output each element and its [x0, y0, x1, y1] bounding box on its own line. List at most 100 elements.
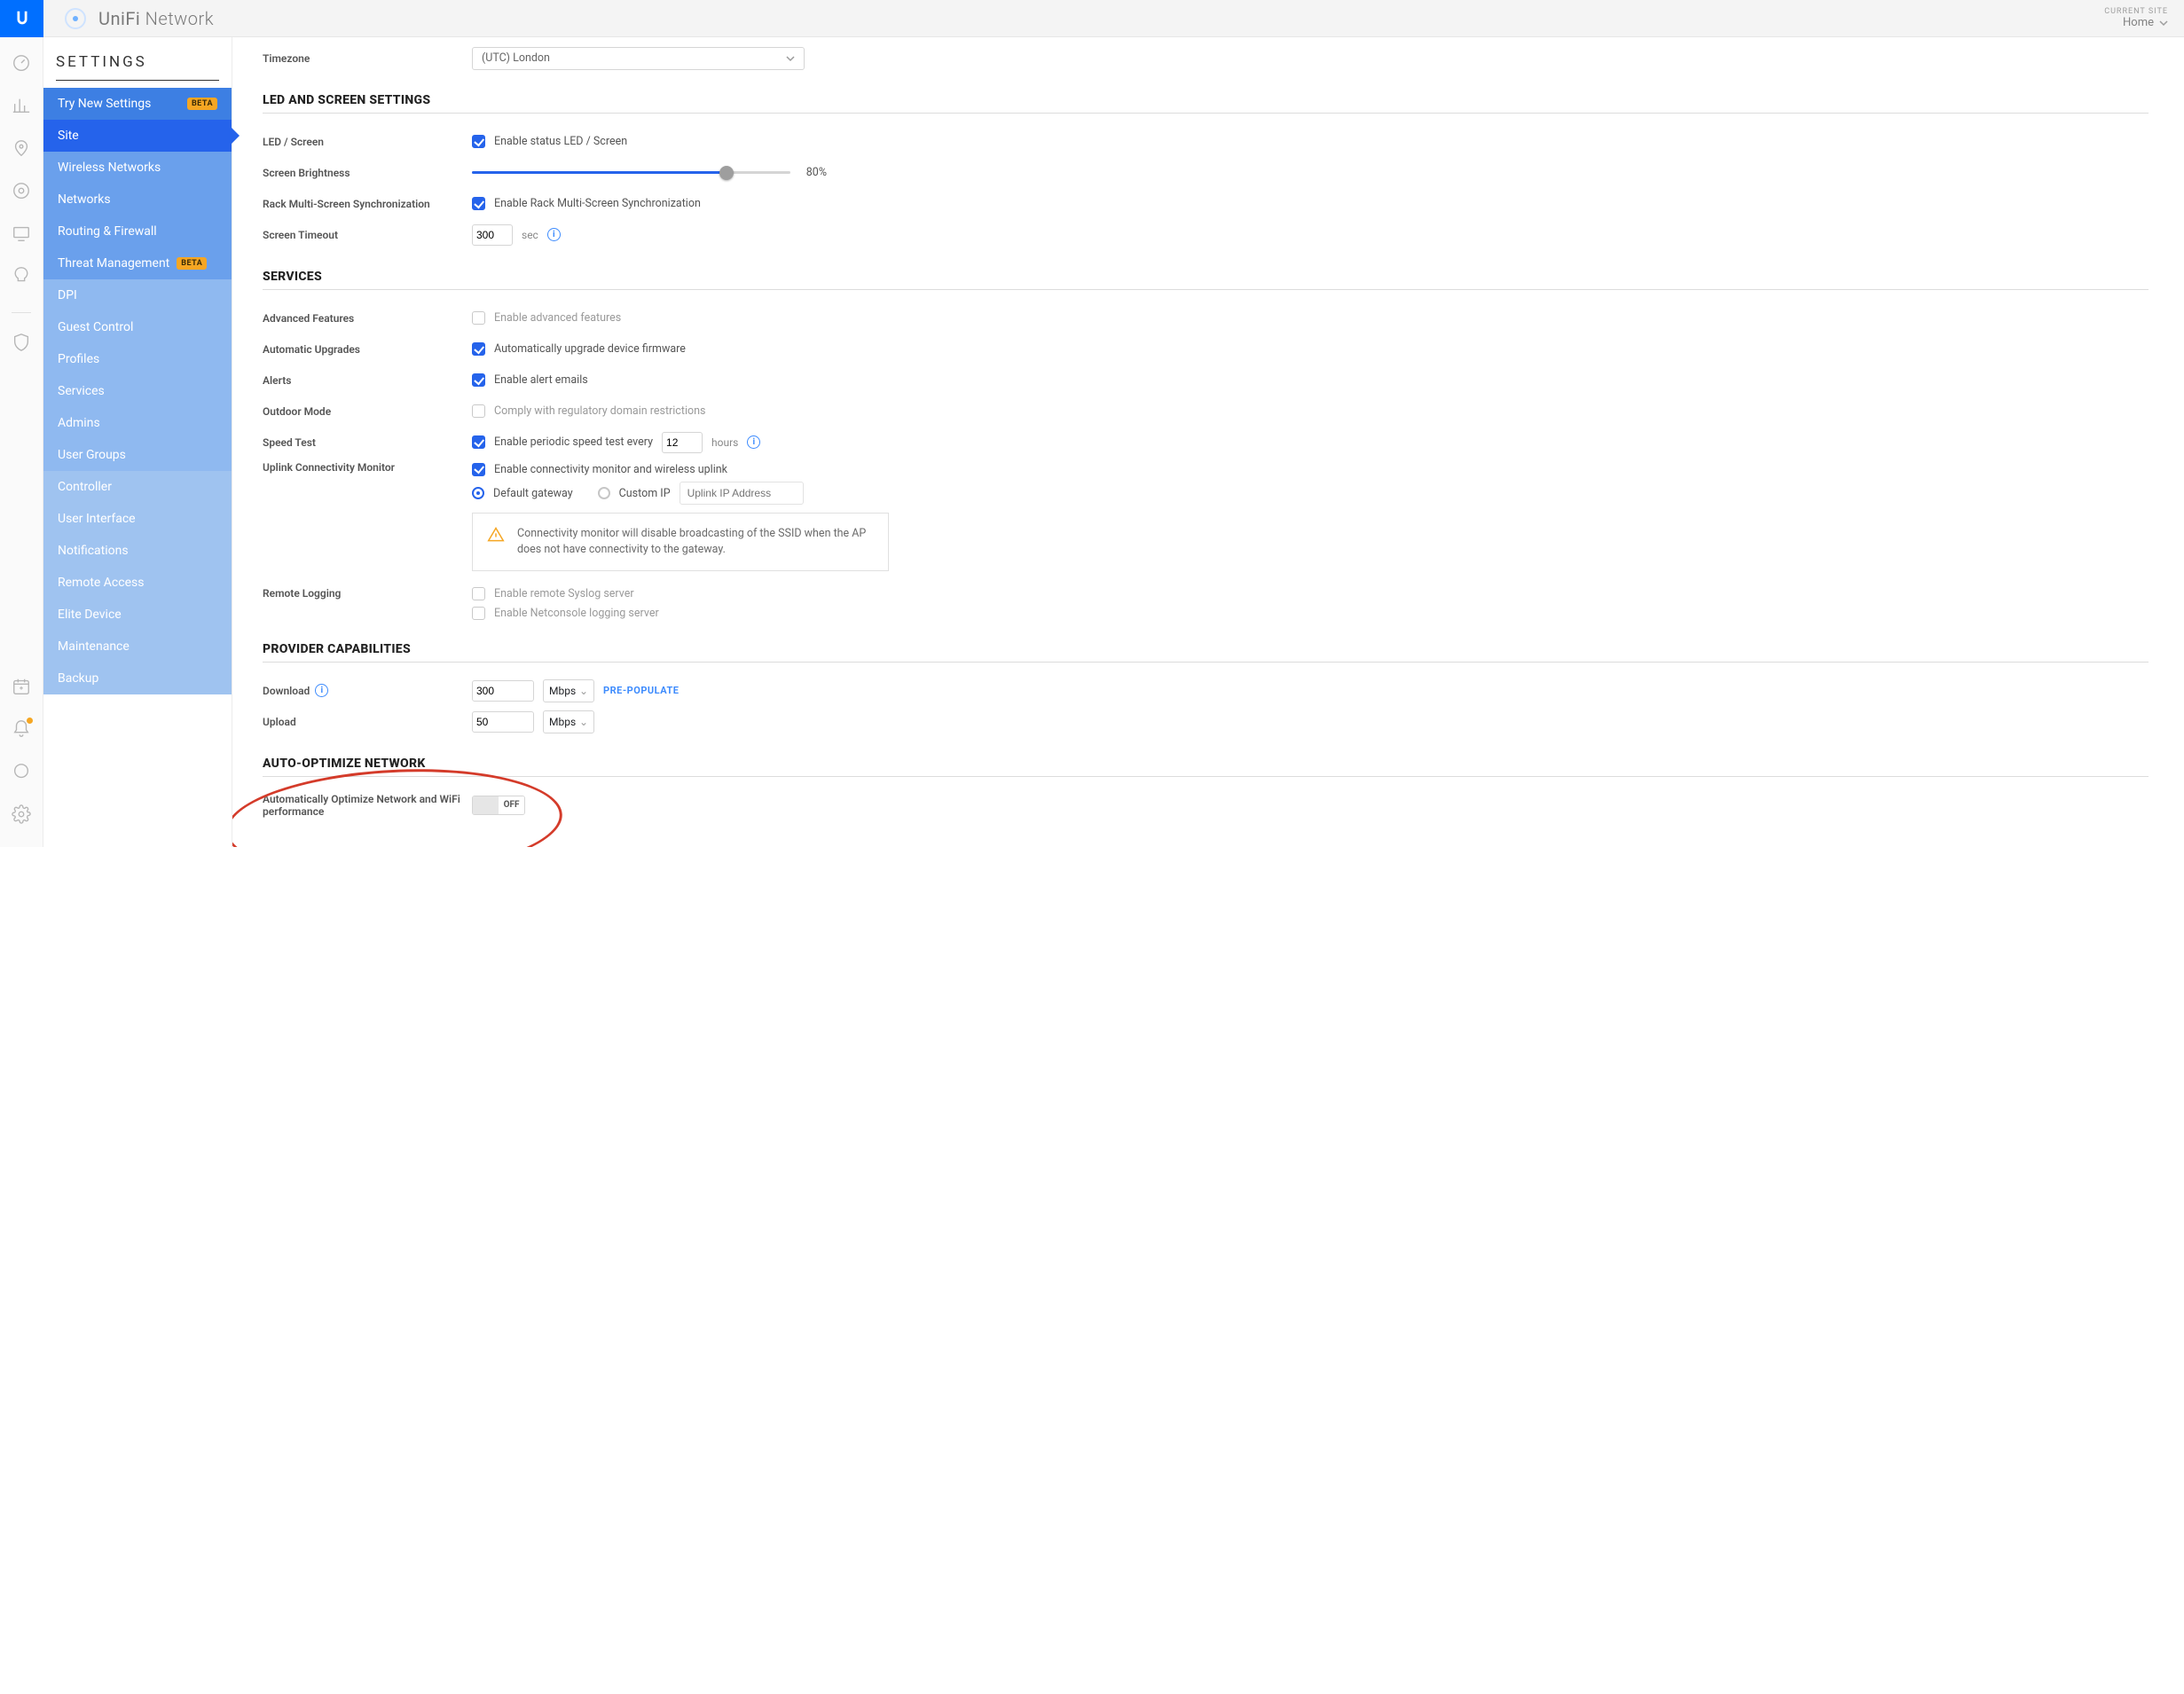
alerts-text: Enable alert emails — [494, 373, 588, 387]
auto-upgrade-checkbox[interactable] — [472, 342, 485, 356]
nav-backup[interactable]: Backup — [43, 663, 232, 694]
download-label: Download i — [263, 684, 472, 697]
auto-upgrade-label: Automatic Upgrades — [263, 343, 472, 356]
info-icon[interactable]: i — [547, 228, 561, 241]
uplink-text: Enable connectivity monitor and wireless… — [494, 463, 727, 476]
insights-icon[interactable] — [12, 266, 31, 286]
topbar: UniFi Network CURRENT SITE Home — [0, 0, 2184, 37]
rack-checkbox[interactable] — [472, 197, 485, 210]
autoopt-heading: AUTO-OPTIMIZE NETWORK — [263, 757, 2149, 777]
adv-checkbox[interactable] — [472, 311, 485, 325]
nav-controller[interactable]: Controller — [43, 471, 232, 503]
netconsole-text: Enable Netconsole logging server — [494, 607, 659, 620]
nav-routing[interactable]: Routing & Firewall — [43, 216, 232, 247]
speed-label: Speed Test — [263, 436, 472, 449]
services-heading: SERVICES — [263, 270, 2149, 290]
chat-icon[interactable] — [12, 762, 31, 781]
nav-services[interactable]: Services — [43, 375, 232, 407]
download-unit-select[interactable]: Mbps⌄ — [543, 679, 594, 702]
speed-unit: hours — [711, 436, 738, 449]
provider-heading: PROVIDER CAPABILITIES — [263, 642, 2149, 663]
netconsole-checkbox[interactable] — [472, 607, 485, 620]
content-area: Timezone (UTC) London LED AND SCREEN SET… — [232, 37, 2184, 847]
settings-icon[interactable] — [12, 804, 31, 824]
settings-title: SETTINGS — [43, 37, 232, 80]
led-label: LED / Screen — [263, 136, 472, 148]
devices-icon[interactable] — [12, 181, 31, 200]
clients-icon[interactable] — [12, 224, 31, 243]
nav-admins[interactable]: Admins — [43, 407, 232, 439]
prepopulate-link[interactable]: PRE-POPULATE — [603, 685, 679, 696]
nav-user-groups[interactable]: User Groups — [43, 439, 232, 471]
events-icon[interactable] — [12, 677, 31, 696]
syslog-checkbox[interactable] — [472, 587, 485, 600]
alerts-icon[interactable] — [12, 719, 31, 739]
settings-sidebar: SETTINGS Try New SettingsBETA Site Wirel… — [43, 37, 232, 847]
uplink-default-radio[interactable] — [472, 487, 484, 499]
timeout-input[interactable] — [472, 224, 513, 246]
nav-notifications[interactable]: Notifications — [43, 535, 232, 567]
brand-logo[interactable] — [0, 0, 43, 37]
nav-guest[interactable]: Guest Control — [43, 311, 232, 343]
uplink-custom-radio[interactable] — [598, 487, 610, 499]
adv-text: Enable advanced features — [494, 311, 621, 325]
speed-input[interactable] — [662, 432, 703, 453]
auto-upgrade-text: Automatically upgrade device firmware — [494, 342, 686, 356]
brightness-value: 80% — [806, 166, 827, 179]
led-heading: LED AND SCREEN SETTINGS — [263, 93, 2149, 114]
nav-dpi[interactable]: DPI — [43, 279, 232, 311]
nav-networks[interactable]: Networks — [43, 184, 232, 216]
nav-maintenance[interactable]: Maintenance — [43, 631, 232, 663]
upload-label: Upload — [263, 716, 472, 728]
uplink-ip-input[interactable] — [680, 482, 804, 505]
connectivity-warning: Connectivity monitor will disable broadc… — [472, 513, 889, 571]
timeout-label: Screen Timeout — [263, 229, 472, 241]
warning-icon — [487, 526, 505, 544]
nav-try-new-settings[interactable]: Try New SettingsBETA — [43, 88, 232, 120]
dashboard-icon[interactable] — [12, 53, 31, 73]
uplink-custom-text: Custom IP — [619, 487, 671, 500]
outdoor-label: Outdoor Mode — [263, 405, 472, 418]
timezone-label: Timezone — [263, 52, 472, 65]
adv-label: Advanced Features — [263, 312, 472, 325]
divider — [12, 312, 31, 313]
icon-rail — [0, 37, 43, 847]
map-icon[interactable] — [12, 138, 31, 158]
stats-icon[interactable] — [12, 96, 31, 115]
info-icon[interactable]: i — [747, 435, 760, 449]
uplink-default-text: Default gateway — [493, 487, 573, 500]
brand-title: UniFi Network — [98, 8, 214, 29]
speed-checkbox[interactable] — [472, 435, 485, 449]
autoopt-toggle[interactable]: OFF — [472, 796, 525, 815]
led-checkbox[interactable] — [472, 135, 485, 148]
rack-label: Rack Multi-Screen Synchronization — [263, 198, 472, 210]
nav-elite-device[interactable]: Elite Device — [43, 599, 232, 631]
alerts-checkbox[interactable] — [472, 373, 485, 387]
nav-remote-access[interactable]: Remote Access — [43, 567, 232, 599]
rack-text: Enable Rack Multi-Screen Synchronization — [494, 197, 701, 210]
nav-threat[interactable]: Threat ManagementBETA — [43, 247, 232, 279]
remote-log-label: Remote Logging — [263, 584, 472, 600]
nav-site[interactable]: Site — [43, 120, 232, 152]
speed-text: Enable periodic speed test every — [494, 435, 653, 449]
security-icon[interactable] — [12, 333, 31, 352]
outdoor-checkbox[interactable] — [472, 404, 485, 418]
download-input[interactable] — [472, 680, 534, 702]
nav-user-interface[interactable]: User Interface — [43, 503, 232, 535]
refresh-icon[interactable] — [65, 8, 86, 29]
brightness-slider[interactable] — [472, 171, 790, 174]
uplink-checkbox[interactable] — [472, 463, 485, 476]
upload-input[interactable] — [472, 711, 534, 733]
nav-profiles[interactable]: Profiles — [43, 343, 232, 375]
brightness-label: Screen Brightness — [263, 167, 472, 179]
timeout-unit: sec — [522, 229, 538, 241]
timezone-select[interactable]: (UTC) London — [472, 47, 805, 70]
alerts-label: Alerts — [263, 374, 472, 387]
led-text: Enable status LED / Screen — [494, 135, 627, 148]
upload-unit-select[interactable]: Mbps⌄ — [543, 710, 594, 733]
chevron-down-icon — [2159, 19, 2168, 27]
nav-wireless[interactable]: Wireless Networks — [43, 152, 232, 184]
info-icon[interactable]: i — [315, 684, 328, 697]
uplink-label: Uplink Connectivity Monitor — [263, 458, 472, 474]
current-site-selector[interactable]: CURRENT SITE Home — [2104, 7, 2168, 29]
